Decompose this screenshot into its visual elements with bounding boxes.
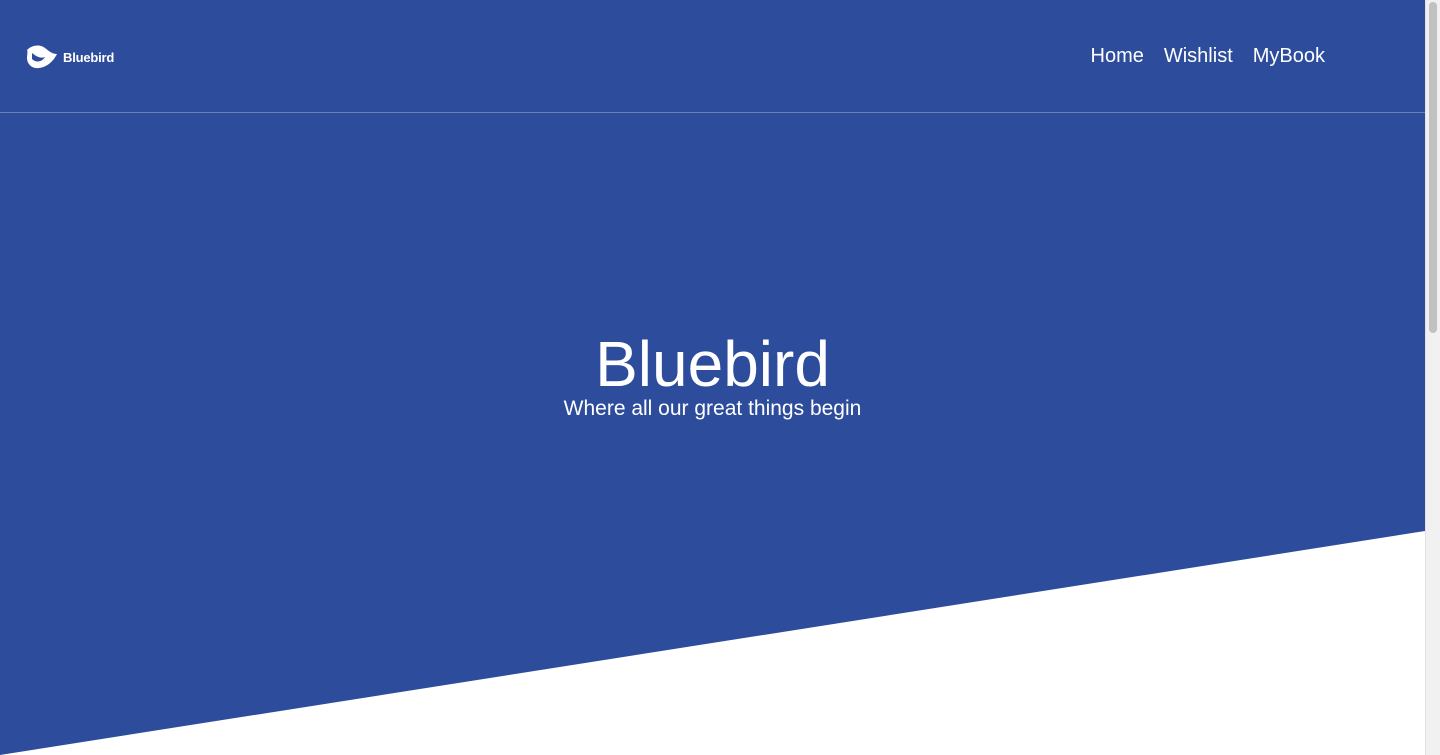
hero-title: Bluebird — [595, 328, 830, 400]
scrollbar-thumb[interactable] — [1429, 2, 1437, 333]
viewport: Bluebird Home Wishlist MyBook Bluebird W… — [0, 0, 1425, 755]
main-nav: Home Wishlist MyBook — [1071, 42, 1326, 70]
brand-logo-link[interactable]: Bluebird — [26, 44, 114, 70]
site-header: Bluebird Home Wishlist MyBook — [0, 0, 1425, 113]
hero-subtitle: Where all our great things begin — [563, 397, 862, 420]
brand-name: Bluebird — [63, 49, 115, 65]
nav-wishlist[interactable]: Wishlist — [1164, 42, 1233, 70]
vertical-scrollbar[interactable] — [1425, 0, 1440, 755]
bluebird-logo-icon — [27, 45, 57, 69]
nav-mybook[interactable]: MyBook — [1253, 42, 1325, 70]
nav-home[interactable]: Home — [1091, 42, 1144, 70]
page: Bluebird Home Wishlist MyBook Bluebird W… — [0, 0, 1440, 755]
